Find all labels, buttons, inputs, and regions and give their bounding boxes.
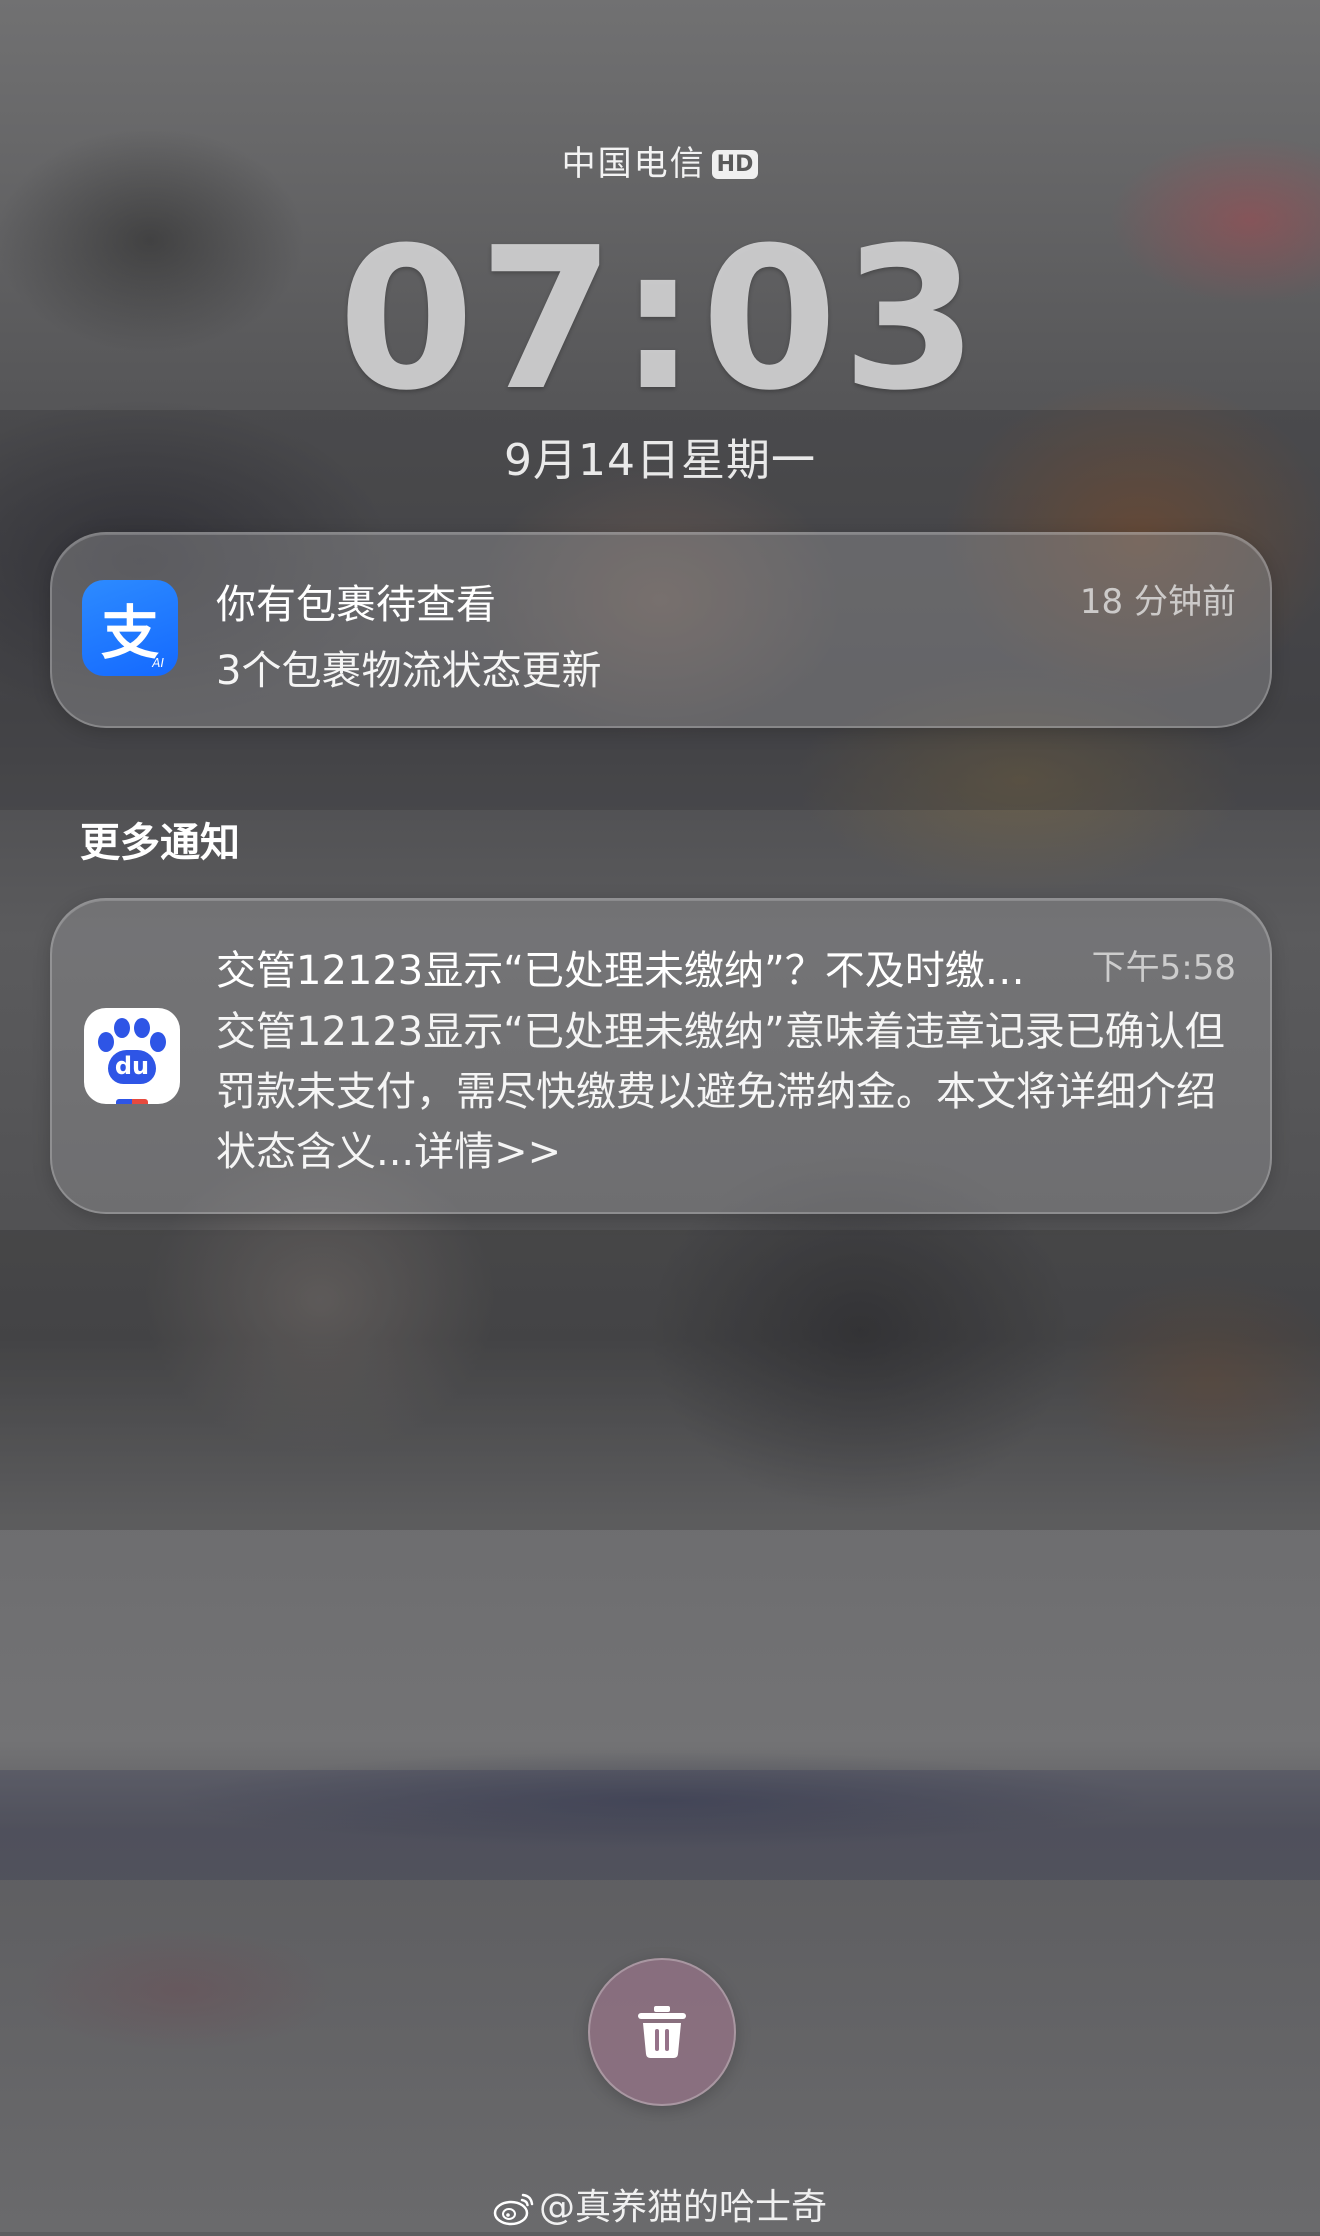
- notification-time: 下午5:58: [1091, 948, 1236, 988]
- baidu-bar: [116, 1099, 148, 1104]
- wallpaper-band: [0, 1770, 1320, 1880]
- watermark-text: @真养猫的哈士奇: [538, 2187, 827, 2228]
- more-notifications-header: 更多通知: [80, 820, 240, 866]
- notification-title: 交管12123显示“已处理未缴纳”？不及时缴…: [216, 948, 1025, 994]
- alipay-icon: 支 AI: [82, 580, 178, 676]
- notification-body: 交管12123显示“已处理未缴纳”意味着违章记录已确认但罚款未支付，需尽快缴费以…: [216, 1009, 1225, 1175]
- paw-pad: du: [108, 1050, 156, 1084]
- clear-notifications-button[interactable]: [588, 1958, 736, 2106]
- paw-toe: [150, 1032, 166, 1052]
- notification-title: 你有包裹待查看: [216, 582, 496, 628]
- hd-badge: HD: [711, 150, 759, 179]
- alipay-ai-badge: AI: [152, 656, 164, 670]
- paw-toe: [134, 1018, 150, 1038]
- paw-toe: [114, 1018, 130, 1038]
- lockscreen-date: 9月14日星期一: [504, 435, 816, 486]
- notification-card-alipay[interactable]: [50, 532, 1272, 728]
- trash-icon: [638, 2006, 686, 2058]
- baidu-glyph: du: [114, 1052, 150, 1080]
- watermark: @真养猫的哈士奇: [0, 2178, 1320, 2236]
- notification-time: 18 分钟前: [1079, 582, 1236, 622]
- wallpaper-band: [0, 1230, 1320, 1530]
- paw-toe: [98, 1032, 114, 1052]
- baidu-icon: du: [84, 1008, 180, 1104]
- lockscreen-clock: 07:03: [338, 206, 982, 434]
- notification-text: 3个包裹物流状态更新: [216, 648, 602, 694]
- status-bar-carrier: 中国电信 HD: [0, 136, 1320, 185]
- weibo-icon: [493, 2191, 535, 2236]
- carrier-name: 中国电信: [561, 144, 706, 184]
